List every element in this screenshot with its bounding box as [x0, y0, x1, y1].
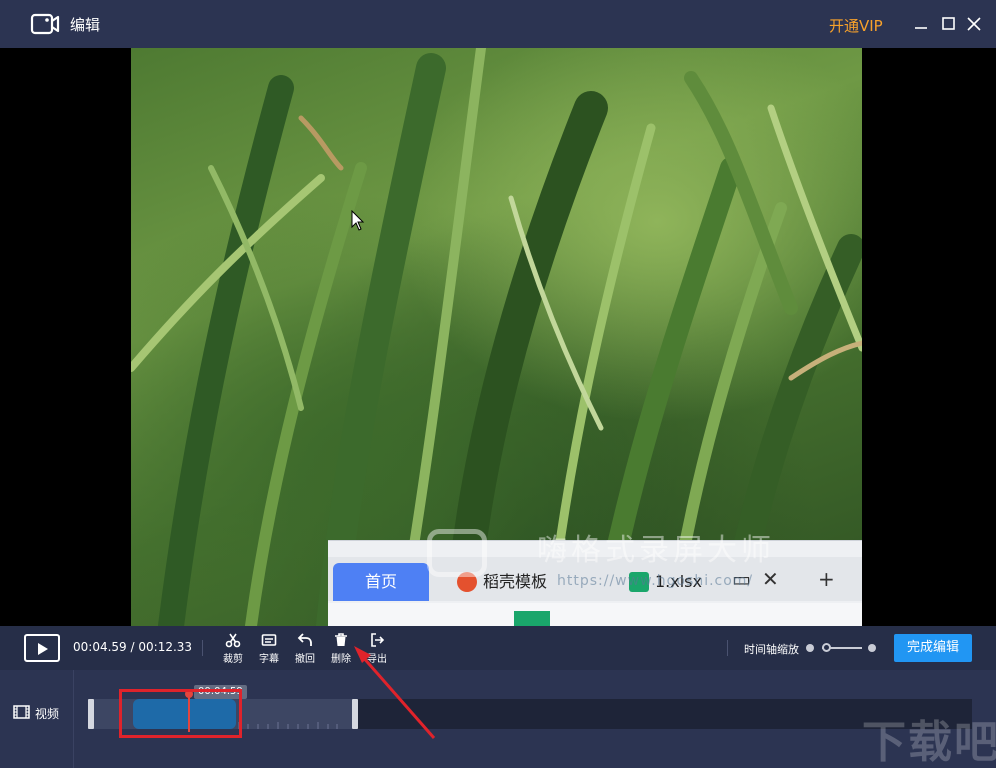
- timeline-zoom-label: 时间轴缩放: [744, 643, 799, 656]
- cut-button[interactable]: 裁剪: [215, 630, 251, 666]
- delete-label: 删除: [331, 654, 351, 665]
- export-label: 导出: [367, 654, 387, 665]
- total-time: 00:12.33: [138, 640, 193, 654]
- recorder-watermark-text: 嗨格式录屏大师: [537, 533, 775, 568]
- embedded-menu-bar: [328, 603, 862, 626]
- current-time: 00:04.59: [73, 640, 127, 654]
- recorder-watermark: 嗨格式录屏大师 https://www.hgoshi.com/: [427, 523, 857, 589]
- maximize-button[interactable]: [938, 13, 960, 35]
- embedded-tab-home: 首页: [333, 563, 429, 601]
- scissors-icon: [225, 633, 241, 648]
- track-header: 视频: [0, 670, 74, 768]
- recorder-watermark-url: https://www.hgoshi.com/: [557, 573, 754, 589]
- annotation-highlight-box: [119, 689, 242, 738]
- subtitle-icon: [261, 634, 277, 646]
- close-button[interactable]: [963, 13, 985, 35]
- vip-link[interactable]: 开通VIP: [829, 15, 883, 36]
- undo-button[interactable]: 撤回: [287, 630, 323, 666]
- time-separator: /: [130, 640, 135, 654]
- time-display: 00:04.59 / 00:12.33: [73, 640, 192, 654]
- toolbar-divider: [727, 640, 728, 656]
- zoom-out-icon[interactable]: [806, 644, 814, 652]
- video-frame: 首页 稻壳模板 1.xlsx ▭ ✕ + 嗨格式录屏大师 https://www…: [131, 48, 862, 626]
- finish-edit-button[interactable]: 完成编辑: [894, 634, 972, 662]
- play-icon: [38, 643, 48, 655]
- export-icon: [371, 633, 385, 647]
- close-icon: [967, 17, 981, 31]
- film-strip-icon: [13, 705, 30, 719]
- embedded-screenshot: 首页 稻壳模板 1.xlsx ▭ ✕ + 嗨格式录屏大师 https://www…: [328, 529, 862, 626]
- toolbar-divider: [202, 640, 203, 656]
- minimize-button[interactable]: [910, 13, 932, 35]
- subtitle-label: 字幕: [259, 654, 279, 665]
- zoom-slider-handle[interactable]: [822, 643, 831, 652]
- clip-ticks: [238, 722, 338, 729]
- video-camera-icon: [30, 13, 60, 35]
- undo-icon: [297, 633, 312, 646]
- subtitle-button[interactable]: 字幕: [251, 630, 287, 666]
- maximize-icon: [942, 17, 955, 30]
- timeline-panel: 视频 00:04.59: [0, 670, 996, 768]
- title-bar: 编辑 开通VIP: [0, 0, 996, 48]
- clip-start-handle[interactable]: [88, 699, 94, 729]
- trash-icon: [335, 633, 347, 646]
- play-button[interactable]: [24, 634, 60, 662]
- minimize-icon: [915, 27, 927, 29]
- delete-button[interactable]: 删除: [323, 630, 359, 666]
- video-track-label: 视频: [35, 707, 60, 721]
- window-title: 编辑: [70, 16, 101, 34]
- edit-toolbar: 00:04.59 / 00:12.33 裁剪 字幕 撤回 删除 导出 时间轴缩放…: [0, 626, 996, 670]
- clip-end-handle[interactable]: [352, 699, 358, 729]
- undo-label: 撤回: [295, 654, 315, 665]
- mouse-cursor-icon: [351, 210, 365, 231]
- recorder-logo-icon: [427, 529, 487, 577]
- zoom-in-icon[interactable]: [868, 644, 876, 652]
- embedded-green-tag: [514, 611, 550, 626]
- export-button[interactable]: 导出: [359, 630, 395, 666]
- cut-label: 裁剪: [223, 654, 243, 665]
- video-preview[interactable]: 首页 稻壳模板 1.xlsx ▭ ✕ + 嗨格式录屏大师 https://www…: [0, 48, 996, 626]
- site-watermark: 下载吧: [862, 717, 996, 768]
